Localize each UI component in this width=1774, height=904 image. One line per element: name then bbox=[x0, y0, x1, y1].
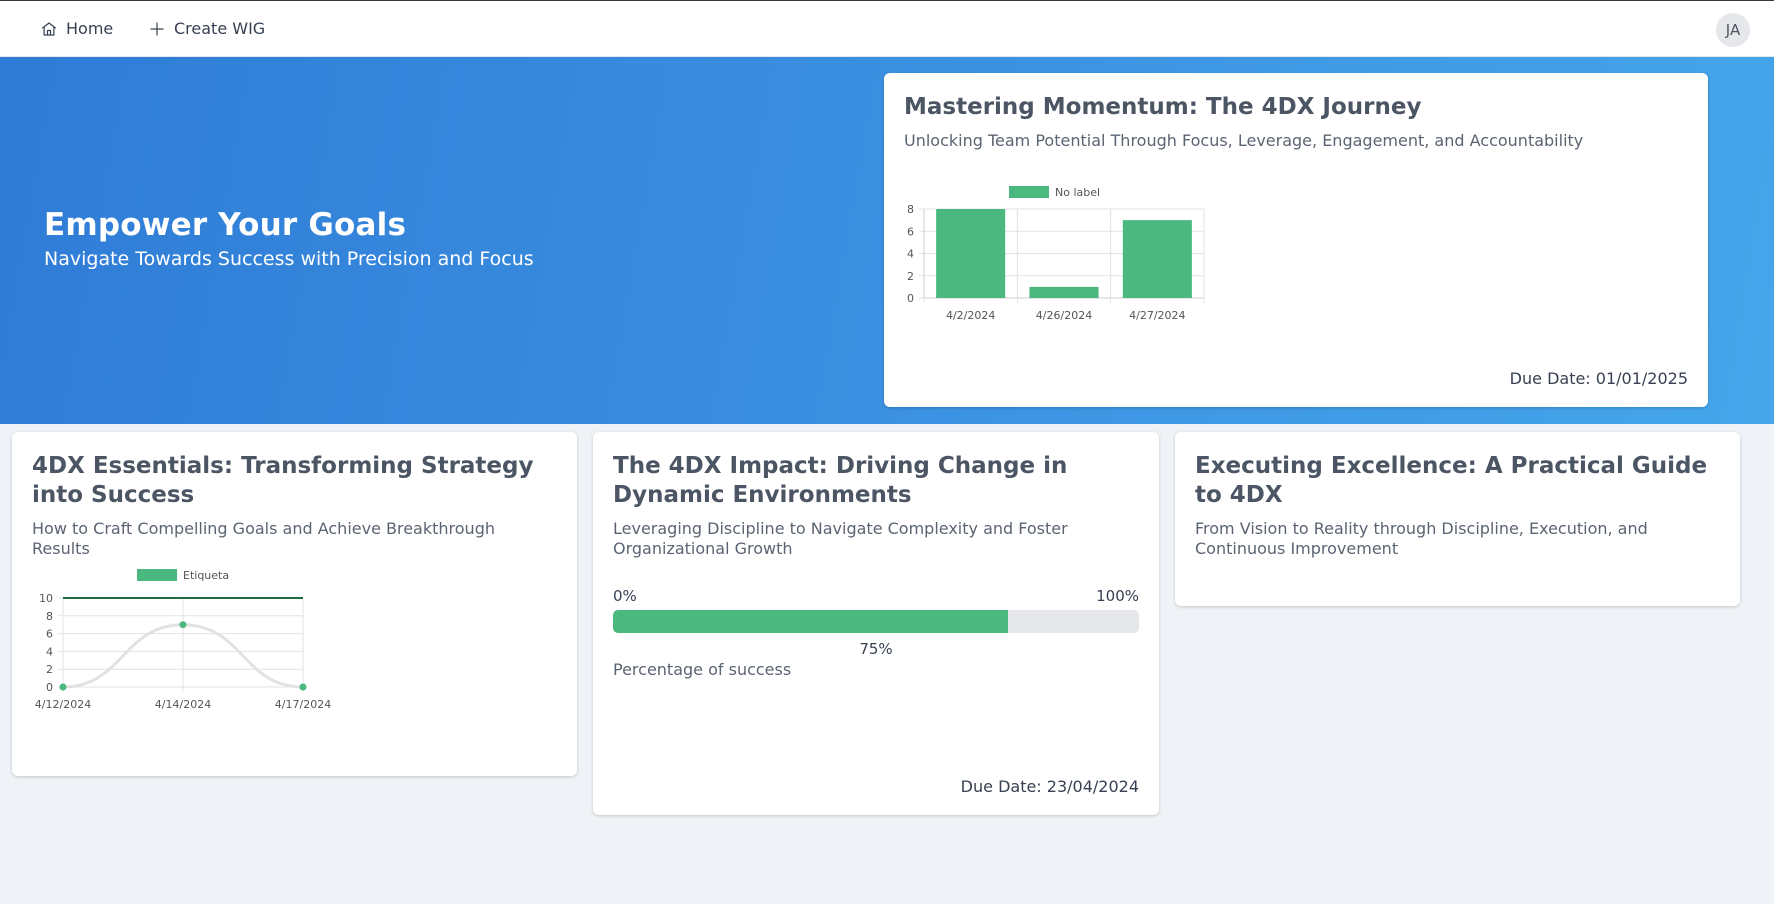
y-tick-label: 6 bbox=[46, 628, 53, 641]
hero-title: Empower Your Goals bbox=[44, 207, 407, 243]
legend-swatch bbox=[137, 569, 177, 581]
card-title: The 4DX Impact: Driving Change in Dynami… bbox=[613, 453, 1068, 508]
top-navbar: Home Create WIG JA bbox=[0, 0, 1774, 57]
bar bbox=[1122, 220, 1192, 298]
bar-chart: No label 0 2 4 6 8 4/2/2024 4/26/2024 4/27/2024 bbox=[907, 186, 1205, 322]
card-description: From Vision to Reality through Disciplin… bbox=[1195, 519, 1648, 558]
card-title: Executing Excellence: A Practical Guide … bbox=[1195, 453, 1708, 508]
x-tick-label: 4/12/2024 bbox=[35, 698, 91, 711]
wig-card-essentials[interactable]: 4DX Essentials: Transforming Strategy in… bbox=[12, 432, 577, 776]
y-tick-label: 8 bbox=[907, 203, 914, 216]
y-tick-label: 2 bbox=[46, 663, 53, 676]
progress-bar bbox=[613, 610, 1139, 633]
y-tick-label: 6 bbox=[907, 225, 914, 238]
card-description: Unlocking Team Potential Through Focus, … bbox=[904, 131, 1584, 150]
wig-card-impact[interactable]: The 4DX Impact: Driving Change in Dynami… bbox=[593, 432, 1159, 815]
card-description: Leveraging Discipline to Navigate Comple… bbox=[613, 519, 1068, 558]
progress-value-label: 75% bbox=[859, 640, 893, 658]
y-tick-label: 8 bbox=[46, 610, 53, 623]
x-tick-label: 4/27/2024 bbox=[1129, 309, 1185, 322]
nav-create-wig-link[interactable]: Create WIG bbox=[148, 19, 265, 38]
due-date: Due Date: 23/04/2024 bbox=[960, 777, 1139, 796]
user-avatar[interactable]: JA bbox=[1716, 13, 1750, 47]
progress-max-label: 100% bbox=[1096, 587, 1139, 605]
progress-bar-fill bbox=[613, 610, 1008, 633]
x-tick-label: 4/17/2024 bbox=[275, 698, 331, 711]
y-tick-label: 0 bbox=[907, 292, 914, 305]
data-point bbox=[59, 683, 67, 691]
x-tick-label: 4/26/2024 bbox=[1036, 309, 1092, 322]
card-title: Mastering Momentum: The 4DX Journey bbox=[904, 94, 1422, 120]
nav-create-wig-label: Create WIG bbox=[174, 19, 266, 38]
home-icon bbox=[41, 21, 57, 36]
due-date: Due Date: 01/01/2025 bbox=[1509, 369, 1688, 388]
nav-home-label: Home bbox=[66, 19, 114, 38]
nav-home-link[interactable]: Home bbox=[40, 19, 113, 38]
x-tick-label: 4/14/2024 bbox=[155, 698, 211, 711]
legend-swatch bbox=[1009, 186, 1049, 198]
y-tick-label: 2 bbox=[907, 270, 914, 283]
legend-label: No label bbox=[1055, 186, 1100, 199]
y-tick-label: 4 bbox=[46, 645, 53, 658]
bar bbox=[936, 209, 1006, 298]
line-chart: Etiqueta 0 2 4 6 8 10 4/12/2024 4/14/2024 4/17/20… bbox=[35, 569, 331, 711]
data-point bbox=[179, 621, 187, 629]
progress-caption: Percentage of success bbox=[613, 660, 792, 679]
progress-min-label: 0% bbox=[613, 587, 637, 605]
legend-label: Etiqueta bbox=[183, 569, 229, 582]
data-point bbox=[299, 683, 307, 691]
wig-card-momentum[interactable]: Mastering Momentum: The 4DX Journey Unlo… bbox=[884, 73, 1708, 407]
y-tick-label: 4 bbox=[907, 248, 914, 261]
y-tick-label: 10 bbox=[39, 592, 53, 605]
bar bbox=[1029, 286, 1099, 298]
card-title: 4DX Essentials: Transforming Strategy in… bbox=[32, 453, 534, 508]
wig-card-excellence[interactable]: Executing Excellence: A Practical Guide … bbox=[1175, 432, 1740, 606]
x-tick-label: 4/2/2024 bbox=[946, 309, 995, 322]
plus-icon bbox=[150, 21, 164, 36]
y-tick-label: 0 bbox=[46, 681, 53, 694]
hero-subtitle: Navigate Towards Success with Precision … bbox=[44, 248, 534, 270]
card-description: How to Craft Compelling Goals and Achiev… bbox=[32, 519, 495, 558]
